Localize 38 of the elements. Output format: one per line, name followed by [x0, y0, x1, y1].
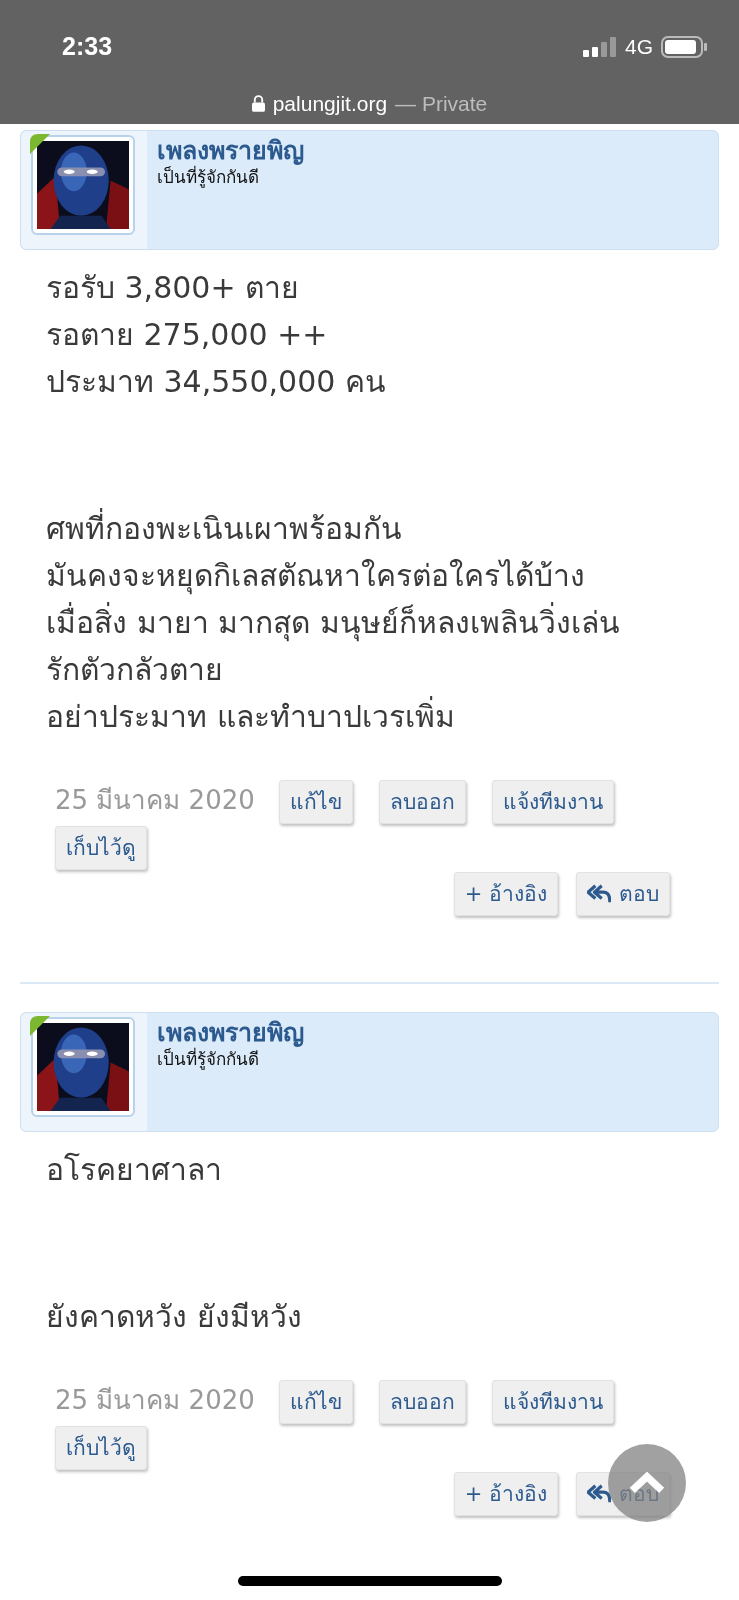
post-text: เมื่อสิ่ง มายา มากสุด มนุษย์ก็หลงเพลินวิ่งเล่น	[46, 599, 693, 646]
post-text: รอตาย 275,000 ++	[46, 316, 329, 354]
action-button[interactable]: แจ้งทีมงาน	[491, 780, 614, 824]
quote-button[interactable]: + อ้างอิง	[453, 1472, 558, 1516]
user-rank: เป็นที่รู้จักกันดี	[157, 167, 260, 187]
lock-icon	[251, 94, 265, 112]
post-date: 25 มีนาคม 2020	[55, 1384, 255, 1417]
post-text: รักตัวกลัวตาย	[46, 651, 224, 689]
action-button[interactable]: แจ้งทีมงาน	[491, 1380, 614, 1424]
post-text: มันคงจะหยุดกิเลสตัณหาใครต่อใครได้บ้าง	[46, 557, 586, 597]
corner-icon	[30, 134, 50, 154]
author-name[interactable]: เพลงพรายพิญ	[157, 1017, 304, 1049]
post-date: 25 มีนาคม 2020	[55, 784, 255, 817]
author-name[interactable]: เพลงพรายพิญ	[157, 135, 304, 167]
user-rank: เป็นที่รู้จักกันดี	[157, 1049, 260, 1069]
battery-icon	[661, 35, 707, 58]
post-text: ศพที่กองพะเนินเผาพร้อมกัน	[46, 505, 693, 552]
network-label: 4G	[625, 34, 653, 60]
reply-all-icon	[587, 1484, 611, 1504]
address-domain[interactable]: palungjit.org	[272, 87, 388, 119]
reply-all-icon	[587, 884, 611, 904]
clock: 2:33	[62, 31, 113, 62]
post-text: ประมาท 34,550,000 คน	[46, 363, 387, 401]
signal-icon	[583, 36, 617, 57]
post-text: ยังคาดหวัง ยังมีหวัง	[46, 1298, 303, 1336]
quote-button[interactable]: + อ้างอิง	[453, 872, 558, 916]
action-button[interactable]: เก็บไว้ดู	[55, 826, 147, 870]
corner-icon	[30, 1016, 50, 1036]
action-button[interactable]: ลบออก	[378, 780, 466, 824]
action-button[interactable]: เก็บไว้ดู	[55, 1426, 147, 1470]
action-button[interactable]: แก้ไข	[278, 780, 353, 824]
reply-button[interactable]: ตอบ	[576, 872, 670, 916]
post-text: อย่าประมาท และทำบาปเวรเพิ่ม	[46, 693, 693, 740]
private-label: — Private	[395, 90, 488, 117]
action-button[interactable]: แก้ไข	[278, 1380, 353, 1424]
post-text: รอรับ 3,800+ ตาย	[46, 269, 301, 307]
post-text: อโรคยาศาลา	[46, 1151, 223, 1189]
action-button[interactable]: ลบออก	[378, 1380, 466, 1424]
